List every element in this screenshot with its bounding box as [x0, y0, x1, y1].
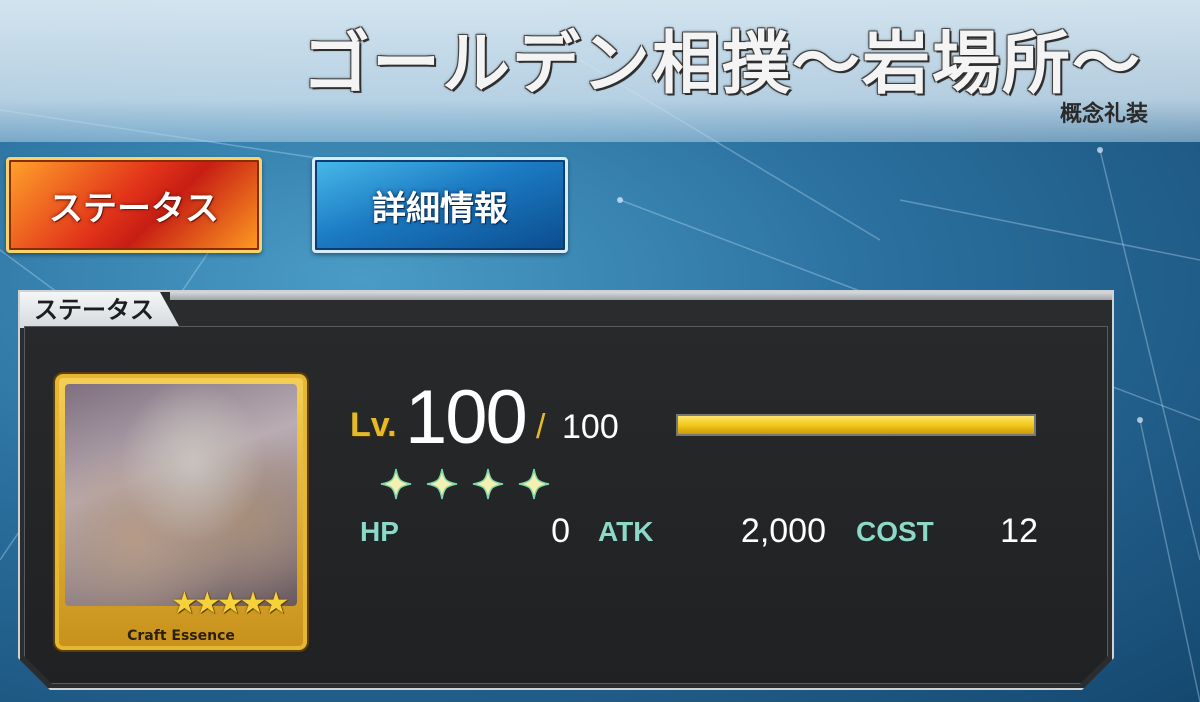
level-separator: /	[536, 408, 546, 446]
panel-heading: ステータス	[20, 292, 180, 328]
title-banner: ゴールデン相撲～岩場所～ 概念礼装	[0, 0, 1200, 142]
rarity-sparkles	[380, 468, 550, 500]
atk-label: ATK	[598, 516, 654, 547]
page-title: ゴールデン相撲～岩場所～	[301, 25, 1142, 104]
cost-value: 12	[1000, 512, 1038, 550]
craft-essence-card[interactable]: ★★★★★ Craft Essence	[55, 374, 307, 650]
level-progress-bar	[676, 414, 1036, 436]
level-current: 100	[405, 375, 528, 460]
panel-header-rule	[170, 292, 1112, 300]
rarity-sparkle-icon	[518, 468, 550, 500]
item-type-label: 概念礼装	[1059, 102, 1148, 127]
rarity-sparkle-icon	[380, 468, 412, 500]
level-prefix: Lv.	[350, 406, 397, 444]
card-caption: Craft Essence	[127, 628, 235, 644]
level-progress-fill	[678, 416, 1034, 434]
hp-label: HP	[360, 516, 399, 547]
tab-details[interactable]: 詳細情報	[312, 157, 568, 253]
rarity-sparkle-icon	[426, 468, 458, 500]
atk-value: 2,000	[740, 512, 826, 550]
card-rarity-stars: ★★★★★	[171, 586, 290, 621]
card-artwork	[65, 384, 297, 606]
cost-label: COST	[856, 516, 934, 547]
level-max: 100	[562, 408, 619, 446]
hp-value: 0	[551, 512, 570, 550]
tab-status[interactable]: ステータス	[6, 157, 262, 253]
rarity-sparkle-icon	[472, 468, 504, 500]
